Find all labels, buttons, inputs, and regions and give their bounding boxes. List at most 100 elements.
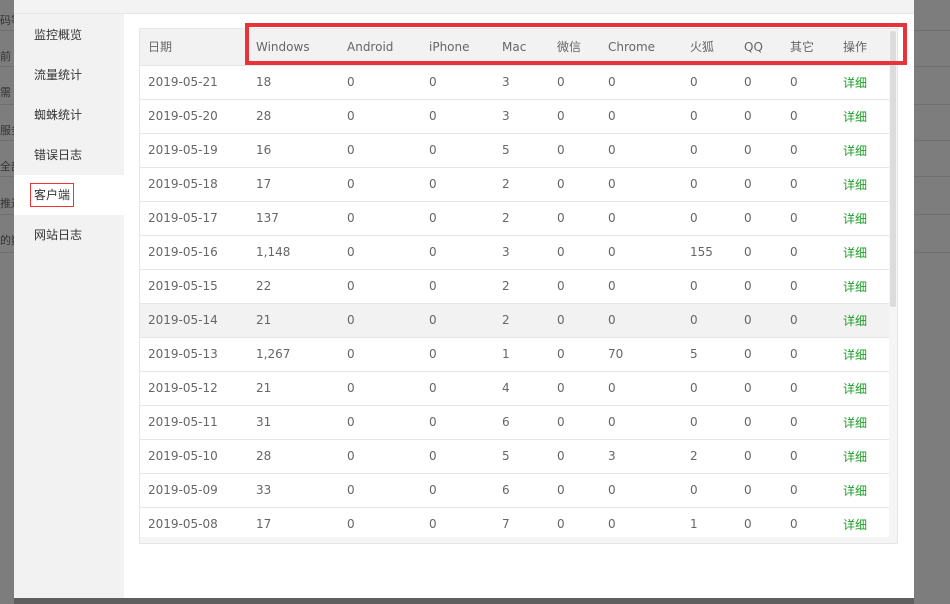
detail-link[interactable]: 详细 — [835, 99, 889, 134]
sidebar-item-overview[interactable]: 监控概览 — [14, 15, 124, 55]
cell-qq: 0 — [736, 201, 782, 236]
detail-link[interactable]: 详细 — [835, 269, 889, 304]
background-fragment: 的数 — [0, 234, 14, 247]
cell-chrome: 0 — [600, 167, 682, 202]
cell-date: 2019-05-18 — [140, 167, 248, 202]
table-row: 2019-05-08 17 0 0 7 0 0 1 0 0 详细 — [140, 507, 889, 542]
cell-windows: 22 — [248, 269, 339, 304]
cell-iphone: 0 — [421, 405, 494, 440]
detail-link[interactable]: 详细 — [835, 303, 889, 338]
detail-link[interactable]: 详细 — [835, 439, 889, 474]
detail-link[interactable]: 详细 — [835, 133, 889, 168]
cell-qq: 0 — [736, 337, 782, 372]
cell-android: 0 — [339, 439, 421, 474]
sidebar-item-client[interactable]: 客户端 — [14, 175, 124, 215]
cell-other: 0 — [782, 167, 835, 202]
cell-date: 2019-05-11 — [140, 405, 248, 440]
cell-chrome: 0 — [600, 473, 682, 508]
sidebar-item-label: 错误日志 — [34, 148, 83, 162]
cell-other: 0 — [782, 507, 835, 542]
detail-link[interactable]: 详细 — [835, 65, 889, 100]
cell-windows: 17 — [248, 507, 339, 542]
sidebar-item-error-log[interactable]: 错误日志 — [14, 135, 124, 175]
sidebar-item-traffic[interactable]: 流量统计 — [14, 55, 124, 95]
modal-title-bar — [14, 0, 914, 14]
column-header-mac: Mac — [494, 29, 549, 66]
cell-other: 0 — [782, 405, 835, 440]
cell-qq: 0 — [736, 371, 782, 406]
cell-firefox: 5 — [682, 337, 736, 372]
cell-iphone: 0 — [421, 201, 494, 236]
cell-android: 0 — [339, 235, 421, 270]
cell-windows: 33 — [248, 473, 339, 508]
cell-firefox: 155 — [682, 235, 736, 270]
vertical-scrollbar[interactable] — [889, 29, 897, 543]
background-fragment: 服务 — [0, 124, 14, 137]
table-row: 2019-05-21 18 0 0 3 0 0 0 0 0 详细 — [140, 65, 889, 100]
cell-chrome: 0 — [600, 303, 682, 338]
cell-mac: 1 — [494, 337, 549, 372]
detail-link[interactable]: 详细 — [835, 167, 889, 202]
sidebar-item-spider[interactable]: 蜘蛛统计 — [14, 95, 124, 135]
cell-mac: 6 — [494, 473, 549, 508]
cell-iphone: 0 — [421, 65, 494, 100]
cell-firefox: 0 — [682, 65, 736, 100]
cell-wechat: 0 — [549, 303, 600, 338]
background-divider — [0, 30, 14, 31]
background-fragment: 码等 — [0, 14, 14, 27]
detail-link[interactable]: 详细 — [835, 201, 889, 236]
table-row: 2019-05-11 31 0 0 6 0 0 0 0 0 详细 — [140, 405, 889, 440]
sidebar-nav: 监控概览 流量统计 蜘蛛统计 错误日志 客户端 网站日志 — [14, 14, 124, 598]
cell-wechat: 0 — [549, 507, 600, 542]
cell-wechat: 0 — [549, 337, 600, 372]
cell-firefox: 0 — [682, 405, 736, 440]
cell-qq: 0 — [736, 473, 782, 508]
background-fragment: 全部 — [0, 160, 14, 173]
background-divider — [914, 176, 950, 177]
cell-other: 0 — [782, 371, 835, 406]
column-header-other: 其它 — [782, 29, 835, 66]
cell-iphone: 0 — [421, 337, 494, 372]
detail-link[interactable]: 详细 — [835, 337, 889, 372]
client-stats-table-container: 日期 Windows Android iPhone Mac 微信 Chrome … — [139, 28, 898, 544]
cell-mac: 6 — [494, 405, 549, 440]
horizontal-scrollbar[interactable] — [140, 537, 889, 543]
cell-mac: 2 — [494, 167, 549, 202]
detail-link[interactable]: 详细 — [835, 405, 889, 440]
cell-firefox: 0 — [682, 303, 736, 338]
background-left-strip: 码等 前 需 服务 全部 推送 的数 — [0, 0, 14, 604]
table-header-row: 日期 Windows Android iPhone Mac 微信 Chrome … — [140, 29, 889, 66]
background-divider — [0, 214, 14, 215]
background-divider — [0, 140, 14, 141]
background-divider — [0, 66, 14, 67]
cell-date: 2019-05-14 — [140, 303, 248, 338]
cell-date: 2019-05-16 — [140, 235, 248, 270]
cell-date: 2019-05-13 — [140, 337, 248, 372]
detail-link[interactable]: 详细 — [835, 507, 889, 542]
cell-mac: 3 — [494, 235, 549, 270]
cell-firefox: 0 — [682, 201, 736, 236]
scrollbar-thumb[interactable] — [890, 31, 896, 307]
cell-windows: 31 — [248, 405, 339, 440]
sidebar-item-label: 客户端 — [30, 183, 75, 207]
detail-link[interactable]: 详细 — [835, 235, 889, 270]
cell-windows: 1,148 — [248, 235, 339, 270]
cell-date: 2019-05-19 — [140, 133, 248, 168]
cell-chrome: 0 — [600, 371, 682, 406]
background-divider — [914, 104, 950, 105]
cell-other: 0 — [782, 269, 835, 304]
background-divider — [914, 66, 950, 67]
detail-link[interactable]: 详细 — [835, 473, 889, 508]
cell-chrome: 0 — [600, 269, 682, 304]
cell-android: 0 — [339, 167, 421, 202]
sidebar-item-site-log[interactable]: 网站日志 — [14, 215, 124, 255]
cell-date: 2019-05-21 — [140, 65, 248, 100]
cell-windows: 21 — [248, 303, 339, 338]
cell-other: 0 — [782, 65, 835, 100]
cell-date: 2019-05-08 — [140, 507, 248, 542]
cell-chrome: 0 — [600, 99, 682, 134]
cell-iphone: 0 — [421, 167, 494, 202]
detail-link[interactable]: 详细 — [835, 371, 889, 406]
background-divider — [0, 104, 14, 105]
cell-mac: 3 — [494, 99, 549, 134]
